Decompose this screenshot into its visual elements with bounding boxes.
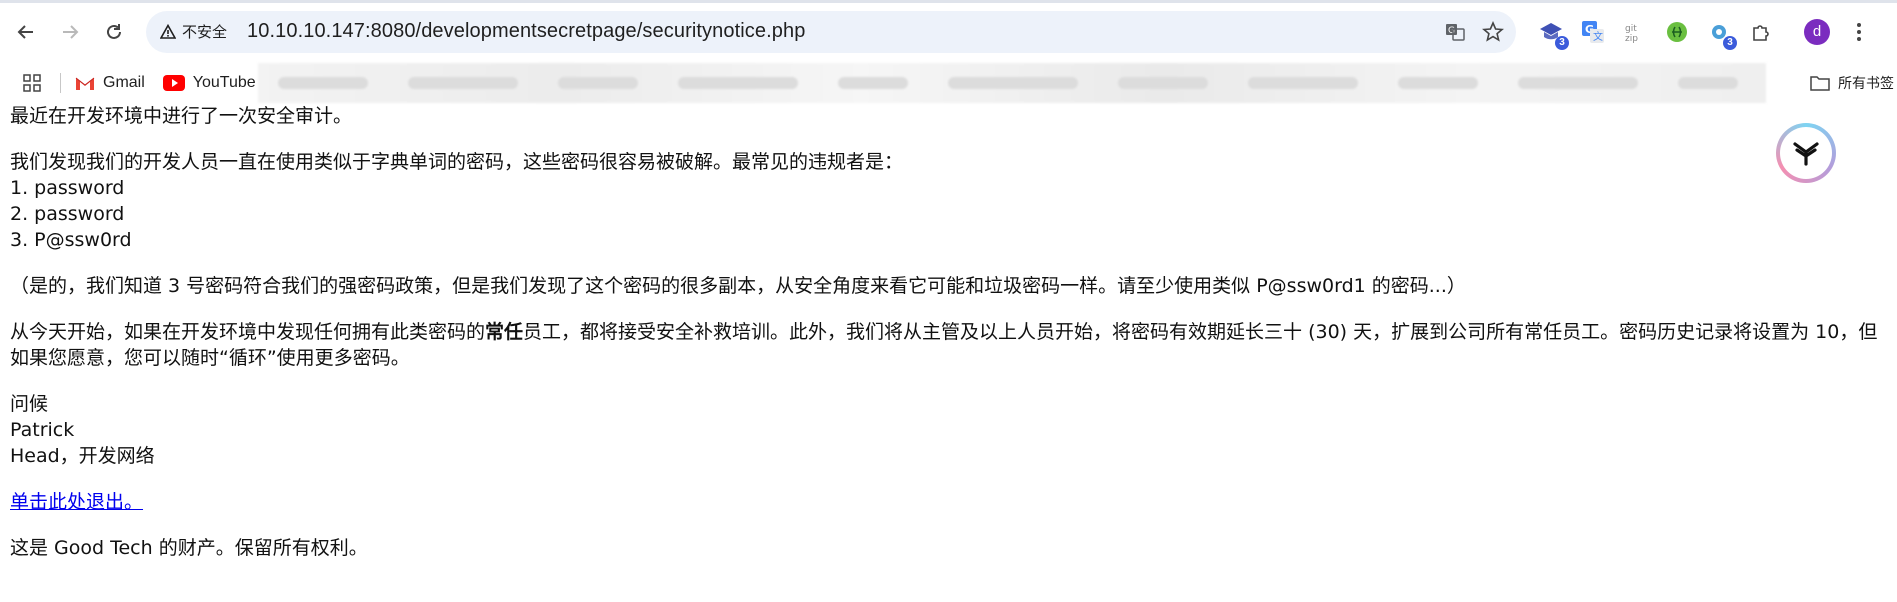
bookmarks-bar: Gmail YouTube 所有书签 <box>0 63 1897 103</box>
page-content: 最近在开发环境中进行了一次安全审计。 我们发现我们的开发人员一直在使用类似于字典… <box>10 103 1897 581</box>
svg-text:git: git <box>1625 24 1637 34</box>
intro-paragraph: 最近在开发环境中进行了一次安全审计。 <box>10 105 353 127</box>
svg-text:文: 文 <box>1593 30 1603 43</box>
blurred-bookmarks <box>258 63 1766 103</box>
signature-block: 问候 Patrick Head，开发网络 <box>10 391 1897 469</box>
gitzip-icon: gitzip <box>1625 24 1638 44</box>
finding-paragraph: 我们发现我们的开发人员一直在使用类似于字典单词的密码，这些密码很容易被破解。最常… <box>10 149 1897 253</box>
floating-assistant-button[interactable] <box>1776 123 1836 183</box>
folder-icon <box>1810 76 1830 91</box>
back-arrow-icon <box>17 24 33 39</box>
bookmark-youtube[interactable]: YouTube <box>162 74 256 92</box>
bookmark-label: Gmail <box>103 74 145 91</box>
avatar: d <box>1804 18 1830 45</box>
green-circle-extension-icon[interactable] <box>1662 17 1692 47</box>
extensions-area: 3 G文 git zip 3 d <box>1536 17 1874 50</box>
password-list-item: 2. password <box>10 203 125 225</box>
green-circle-icon <box>1667 21 1687 42</box>
browser-toolbar: 不安全 10.10.10.147:8080/developmentsecretp… <box>0 0 1897 63</box>
gmail-icon <box>75 77 95 90</box>
graduation-cap-extension-icon[interactable]: 3 <box>1536 17 1569 50</box>
bookmark-gmail[interactable]: Gmail <box>75 74 145 92</box>
translate-page-icon[interactable]: G <box>1444 21 1466 43</box>
profile-button[interactable]: d <box>1802 17 1832 47</box>
all-bookmarks-folder[interactable]: 所有书签 <box>1810 73 1894 93</box>
policy-text-start: 从今天开始，如果在开发环境中发现任何拥有此类密码的 <box>10 321 486 343</box>
password-list-item: 1. password <box>10 177 125 199</box>
url-text[interactable]: 10.10.10.147:8080/developmentsecretpage/… <box>247 20 1444 43</box>
svg-text:G: G <box>1448 26 1455 36</box>
youtube-icon <box>162 75 185 91</box>
extensions-puzzle-button[interactable] <box>1746 17 1776 47</box>
warning-triangle-icon <box>160 23 176 39</box>
bookmark-star-icon[interactable] <box>1482 20 1504 43</box>
finding-text: 我们发现我们的开发人员一直在使用类似于字典单词的密码，这些密码很容易被破解。最常… <box>10 151 904 173</box>
note-paragraph: （是的，我们知道 3 号密码符合我们的强密码政策，但是我们发现了这个密码的很多副… <box>10 275 1466 297</box>
policy-paragraph: 从今天开始，如果在开发环境中发现任何拥有此类密码的常任员工，都将接受安全补救培训… <box>10 319 1890 371</box>
password-list-item: 3. P@ssw0rd <box>10 229 132 251</box>
browser-menu-button[interactable] <box>1844 17 1874 47</box>
google-translate-icon: G文 <box>1582 20 1604 43</box>
translate-extension-icon[interactable]: G文 <box>1578 17 1608 47</box>
logout-link[interactable]: 单击此处退出。 <box>10 491 143 513</box>
footer-text: 这是 Good Tech 的财产。保留所有权利。 <box>10 537 368 559</box>
bookmark-label: YouTube <box>192 74 256 91</box>
signer-name: Patrick <box>10 419 75 441</box>
signoff: 问候 <box>10 393 49 415</box>
security-label: 不安全 <box>182 23 228 41</box>
security-warning-chip[interactable]: 不安全 <box>160 21 227 42</box>
assistant-logo-icon <box>1780 127 1832 179</box>
extension-badge: 3 <box>1723 35 1737 50</box>
puzzle-piece-icon <box>1753 24 1769 41</box>
reload-icon <box>107 23 121 39</box>
policy-bold-term: 常任 <box>485 321 524 343</box>
gear-extension-icon[interactable]: 3 <box>1704 17 1737 50</box>
reload-button[interactable] <box>96 14 132 50</box>
gitzip-extension-icon[interactable]: git zip <box>1620 17 1650 47</box>
svg-text:zip: zip <box>1625 34 1638 44</box>
address-bar[interactable]: 不安全 10.10.10.147:8080/developmentsecretp… <box>146 10 1516 53</box>
back-button[interactable] <box>8 14 44 50</box>
kebab-menu-icon <box>1857 22 1861 41</box>
extension-badge: 3 <box>1555 35 1569 50</box>
signer-title: Head，开发网络 <box>10 445 155 467</box>
apps-grid-icon[interactable] <box>20 71 44 95</box>
bookmarks-separator <box>60 73 61 93</box>
all-bookmarks-label: 所有书签 <box>1838 75 1894 91</box>
forward-arrow-icon <box>63 24 79 39</box>
forward-button[interactable] <box>52 14 88 50</box>
